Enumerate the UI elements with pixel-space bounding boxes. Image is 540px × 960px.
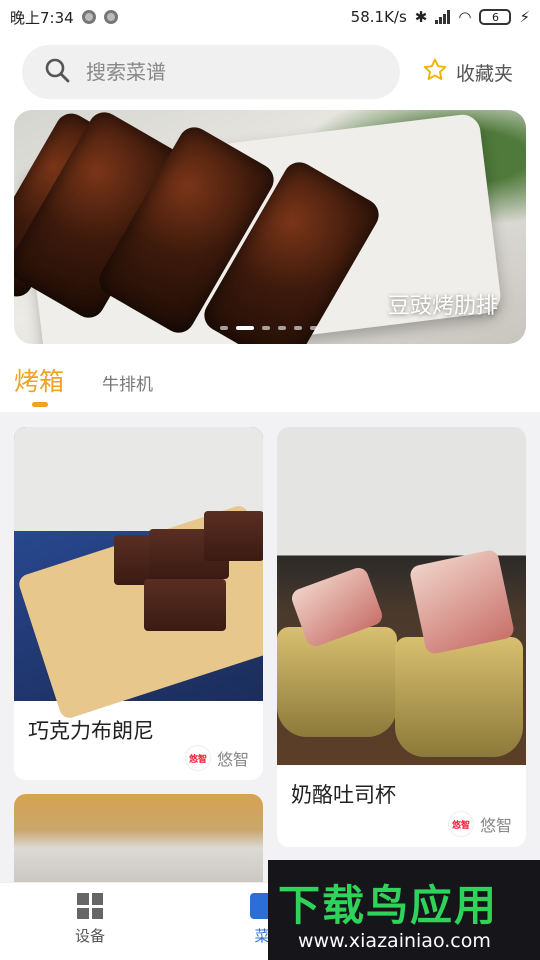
bluetooth-icon: ✱ [414,8,428,26]
favorites-label: 收藏夹 [456,62,514,85]
network-speed: 58.1K/s [350,8,407,26]
battery-icon: 6 [479,9,512,25]
tab-oven[interactable]: 烤箱 [14,360,64,407]
banner-title: 豆豉烤肋排 [387,294,498,319]
watermark-url: www.xiazainiao.com [298,930,491,952]
carousel-dot-active[interactable] [236,326,254,330]
notification-icon [81,10,96,24]
tab-steak-machine[interactable]: 牛排机 [102,360,153,395]
author-name: 悠智 [216,750,249,769]
search-bar[interactable] [22,45,400,99]
author-name: 悠智 [479,816,512,835]
carousel-dot[interactable] [310,326,318,330]
recipe-author: 悠智 悠智 [447,811,512,837]
star-icon [422,57,448,88]
nav-devices[interactable]: 设备 [60,893,120,946]
notification-icon-2 [103,10,118,24]
grid-icon [77,893,103,919]
recipe-image [277,427,526,765]
watermark-brand: 下载鸟应用 [278,881,499,930]
recipe-title: 巧克力布朗尼 [28,719,154,743]
bacon-image [408,548,516,656]
recipe-card[interactable] [14,794,263,884]
recipe-card[interactable]: 巧克力布朗尼 悠智 悠智 [14,427,263,780]
author-logo: 悠智 [184,745,211,771]
brownie-image [204,511,263,561]
author-logo: 悠智 [447,811,474,837]
nav-label: 设备 [74,927,105,945]
brownie-image [144,579,226,631]
recipe-card[interactable]: 奶酪吐司杯 悠智 悠智 [277,427,526,847]
carousel-dot[interactable] [220,326,228,330]
search-row: 收藏夹 [22,45,522,99]
status-bar: 晚上7:34 58.1K/s ✱ ◠ 6 ⚡ [0,0,540,34]
search-icon [44,57,70,87]
carousel-dot[interactable] [294,326,302,330]
favorites-button[interactable]: 收藏夹 [422,45,513,99]
carousel-dot[interactable] [262,326,270,330]
carousel-dots [220,326,318,330]
carousel-dot[interactable] [278,326,286,330]
clock: 晚上7:34 [10,8,74,27]
charging-icon: ⚡ [519,8,530,26]
toast-cup-image [395,637,523,757]
watermark: 下载鸟应用 www.xiazainiao.com [268,860,540,960]
category-tabs: 烤箱 牛排机 [14,360,153,410]
wifi-icon: ◠ [458,8,472,26]
recipe-image [14,794,263,884]
toast-cup-image [277,627,397,737]
recipe-author: 悠智 悠智 [184,745,249,771]
signal-icon [435,10,451,24]
recipe-image [14,427,263,721]
recipe-title: 奶酪吐司杯 [291,783,396,807]
recipe-banner[interactable]: 豆豉烤肋排 [14,110,526,344]
search-input[interactable] [86,60,346,84]
recipe-grid: 巧克力布朗尼 悠智 悠智 奶酪吐司杯 悠智 悠智 [0,412,540,884]
